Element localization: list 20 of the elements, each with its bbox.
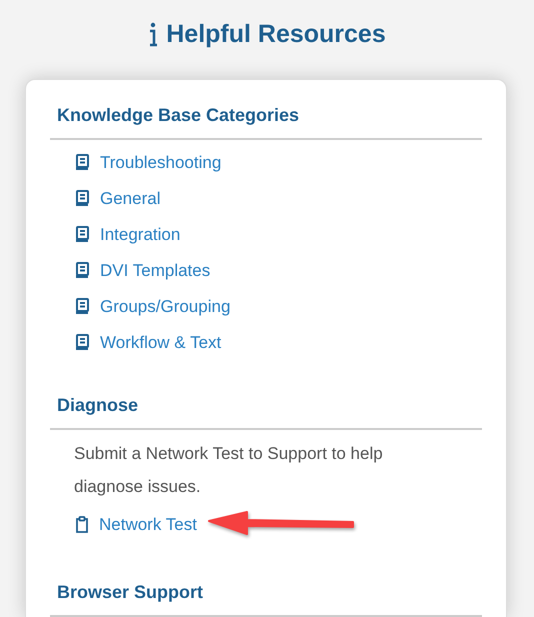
section-heading: Diagnose	[50, 392, 482, 430]
section-heading: Knowledge Base Categories	[50, 102, 482, 140]
resource-link[interactable]: Workflow & Text	[75, 331, 222, 354]
section-description: Submit a Network Test to Support to help diagnose issues.	[74, 443, 384, 498]
resource-link[interactable]: Groups/Grouping	[75, 295, 230, 318]
info-icon	[148, 22, 158, 47]
book-icon	[75, 298, 90, 315]
book-icon	[75, 154, 90, 171]
resource-link[interactable]: DVI Templates	[75, 259, 210, 282]
book-icon	[75, 262, 90, 279]
resource-link[interactable]: Integration	[75, 223, 180, 246]
resource-link[interactable]: Network Test	[75, 512, 197, 536]
page-title: Helpful Resources	[166, 22, 386, 47]
book-icon	[75, 190, 90, 207]
resource-link[interactable]: Troubleshooting	[75, 151, 222, 174]
section-heading: Browser Support	[50, 579, 482, 617]
book-icon	[75, 226, 90, 243]
resource-link[interactable]: General	[75, 187, 160, 210]
book-icon	[75, 334, 90, 351]
clipboard-icon	[75, 516, 89, 532]
